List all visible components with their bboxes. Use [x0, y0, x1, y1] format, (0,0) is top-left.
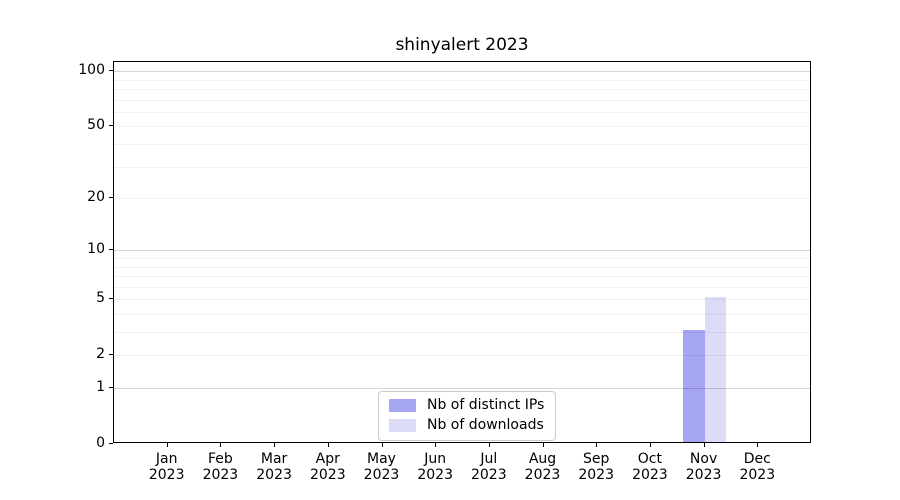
x-tick-label-jul-2023: Jul2023	[459, 451, 519, 483]
gridline-minor-9	[114, 258, 810, 259]
x-tick-label-oct-2023: Oct2023	[620, 451, 680, 483]
legend-item-distinct-ips: Nb of distinct IPs	[389, 397, 545, 414]
bar-nb-of-downloads-nov-2023	[705, 297, 726, 442]
gridline-minor-2	[114, 355, 810, 356]
x-tick-may-2023	[382, 443, 383, 447]
legend-swatch-distinct-ips	[389, 399, 416, 412]
y-tick-label-5: 5	[47, 290, 105, 307]
x-tick-label-feb-2023: Feb2023	[190, 451, 250, 483]
gridline-major-10	[114, 250, 810, 251]
bar-nb-of-distinct-ips-nov-2023	[683, 330, 704, 442]
x-tick-jul-2023	[489, 443, 490, 447]
x-tick-aug-2023	[543, 443, 544, 447]
gridline-minor-80	[114, 89, 810, 90]
gridline-minor-30	[114, 167, 810, 168]
y-tick-label-0: 0	[47, 435, 105, 452]
gridline-minor-7	[114, 276, 810, 277]
gridline-minor-40	[114, 144, 810, 145]
y-tick-2	[109, 354, 113, 355]
y-tick-10	[109, 249, 113, 250]
x-tick-dec-2023	[757, 443, 758, 447]
y-tick-20	[109, 197, 113, 198]
x-tick-jan-2023	[167, 443, 168, 447]
x-tick-sep-2023	[596, 443, 597, 447]
gridline-minor-8	[114, 267, 810, 268]
x-tick-label-dec-2023: Dec2023	[727, 451, 787, 483]
y-tick-5	[109, 298, 113, 299]
x-tick-label-nov-2023: Nov2023	[674, 451, 734, 483]
y-tick-label-100: 100	[47, 62, 105, 79]
gridline-minor-50	[114, 126, 810, 127]
x-tick-label-apr-2023: Apr2023	[298, 451, 358, 483]
x-tick-label-mar-2023: Mar2023	[244, 451, 304, 483]
y-tick-0	[109, 443, 113, 444]
gridline-minor-6	[114, 287, 810, 288]
gridline-minor-20	[114, 198, 810, 199]
x-tick-label-jun-2023: Jun2023	[405, 451, 465, 483]
gridline-minor-70	[114, 100, 810, 101]
gridline-minor-5	[114, 299, 810, 300]
plot-area	[113, 61, 811, 443]
x-tick-label-jan-2023: Jan2023	[137, 451, 197, 483]
x-tick-apr-2023	[328, 443, 329, 447]
gridline-major-1	[114, 388, 810, 389]
x-tick-feb-2023	[220, 443, 221, 447]
gridline-major-100	[114, 71, 810, 72]
x-tick-label-may-2023: May2023	[352, 451, 412, 483]
chart-title: shinyalert 2023	[113, 35, 811, 55]
x-tick-oct-2023	[650, 443, 651, 447]
gridline-minor-60	[114, 112, 810, 113]
figure: shinyalert 2023 Nb of distinct IPs Nb of…	[0, 0, 900, 500]
gridline-minor-90	[114, 80, 810, 81]
gridline-minor-3	[114, 332, 810, 333]
y-tick-label-2: 2	[47, 346, 105, 363]
gridline-minor-4	[114, 314, 810, 315]
legend-label-distinct-ips: Nb of distinct IPs	[427, 397, 544, 414]
legend-swatch-downloads	[389, 419, 416, 432]
legend-label-downloads: Nb of downloads	[427, 417, 544, 434]
legend-item-downloads: Nb of downloads	[389, 417, 545, 434]
y-tick-label-1: 1	[47, 379, 105, 396]
y-tick-label-20: 20	[47, 189, 105, 206]
y-tick-1	[109, 387, 113, 388]
x-tick-mar-2023	[274, 443, 275, 447]
legend: Nb of distinct IPs Nb of downloads	[378, 391, 556, 441]
y-tick-label-50: 50	[47, 117, 105, 134]
y-tick-label-10: 10	[47, 241, 105, 258]
x-tick-label-sep-2023: Sep2023	[566, 451, 626, 483]
y-tick-100	[109, 70, 113, 71]
x-tick-nov-2023	[704, 443, 705, 447]
x-tick-jun-2023	[435, 443, 436, 447]
y-tick-50	[109, 125, 113, 126]
x-tick-label-aug-2023: Aug2023	[513, 451, 573, 483]
